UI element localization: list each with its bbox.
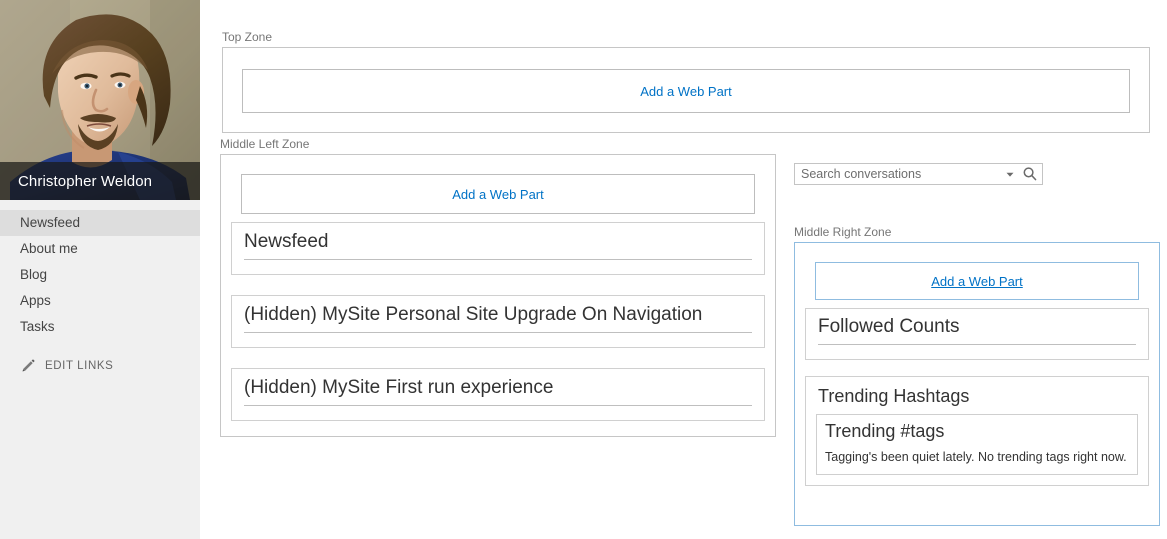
top-zone-label: Top Zone [222,30,273,44]
web-part-mysite-personal-site-upgrade[interactable]: (Hidden) MySite Personal Site Upgrade On… [231,295,765,348]
middle-right-zone: Middle Right Zone Add a Web Part Followe… [794,225,1160,526]
sidebar-item-newsfeed[interactable]: Newsfeed [0,210,200,236]
sidebar-item-tasks[interactable]: Tasks [0,314,200,340]
middle-left-zone-body: Add a Web Part Newsfeed (Hidden) MySite … [220,154,776,437]
middle-left-zone-label: Middle Left Zone [220,137,310,151]
pencil-icon [20,358,36,374]
search-box[interactable] [794,163,1043,185]
sidebar-item-label: Newsfeed [20,215,81,230]
edit-links-label: EDIT LINKS [45,360,114,372]
middle-left-zone: Middle Left Zone Add a Web Part Newsfeed… [220,137,776,437]
add-web-part-link[interactable]: Add a Web Part [931,274,1023,289]
web-part-mysite-first-run-experience[interactable]: (Hidden) MySite First run experience [231,368,765,421]
sidebar-item-blog[interactable]: Blog [0,262,200,288]
top-zone-add-web-part-box[interactable]: Add a Web Part [242,69,1130,113]
middle-left-add-web-part-box[interactable]: Add a Web Part [241,174,755,214]
middle-right-zone-label: Middle Right Zone [794,225,892,239]
sidebar-item-about-me[interactable]: About me [0,236,200,262]
profile-name: Christopher Weldon [18,172,153,190]
edit-links-button[interactable]: EDIT LINKS [0,355,200,377]
add-web-part-link[interactable]: Add a Web Part [452,187,544,202]
trending-tags-panel: Trending #tags Tagging's been quiet late… [816,414,1138,475]
web-part-title: (Hidden) MySite Personal Site Upgrade On… [244,296,752,333]
web-part-body [232,260,764,274]
page-content: Top Zone Add a Web Part Middle Left Zone… [200,0,1167,539]
middle-right-add-web-part-box[interactable]: Add a Web Part [815,262,1139,300]
web-part-title: (Hidden) MySite First run experience [244,369,752,406]
search-conversations [794,163,1043,185]
web-part-title: Newsfeed [244,223,752,260]
trending-tags-title: Trending #tags [825,421,945,441]
left-sidebar: Christopher Weldon Newsfeed About me Blo… [0,0,200,539]
sidebar-item-label: Apps [20,293,51,308]
profile-photo: Christopher Weldon [0,0,200,200]
chevron-down-icon[interactable] [1003,167,1017,181]
top-zone: Top Zone Add a Web Part [222,30,1150,133]
add-web-part-link[interactable]: Add a Web Part [640,84,732,99]
web-part-trending-hashtags[interactable]: Trending Hashtags Trending #tags Tagging… [805,376,1149,486]
sidebar-item-apps[interactable]: Apps [0,288,200,314]
profile-name-bar: Christopher Weldon [0,162,200,200]
web-part-body [232,333,764,347]
search-input[interactable] [801,167,1003,181]
middle-right-zone-body: Add a Web Part Followed Counts Trending … [794,242,1160,526]
sidebar-item-label: Tasks [20,319,55,334]
sidebar-nav: Newsfeed About me Blog Apps Tasks [0,200,200,340]
web-part-title: Followed Counts [818,309,1136,345]
trending-tags-empty-message: Tagging's been quiet lately. No trending… [825,450,1127,464]
top-zone-body: Add a Web Part [222,47,1150,133]
sidebar-item-label: Blog [20,267,48,282]
web-part-body [232,406,764,420]
web-part-body [806,345,1148,359]
web-part-title: Trending Hashtags [818,386,970,406]
web-part-followed-counts[interactable]: Followed Counts [805,308,1149,360]
web-part-newsfeed[interactable]: Newsfeed [231,222,765,275]
sidebar-item-label: About me [20,241,78,256]
search-icon[interactable] [1022,166,1038,182]
